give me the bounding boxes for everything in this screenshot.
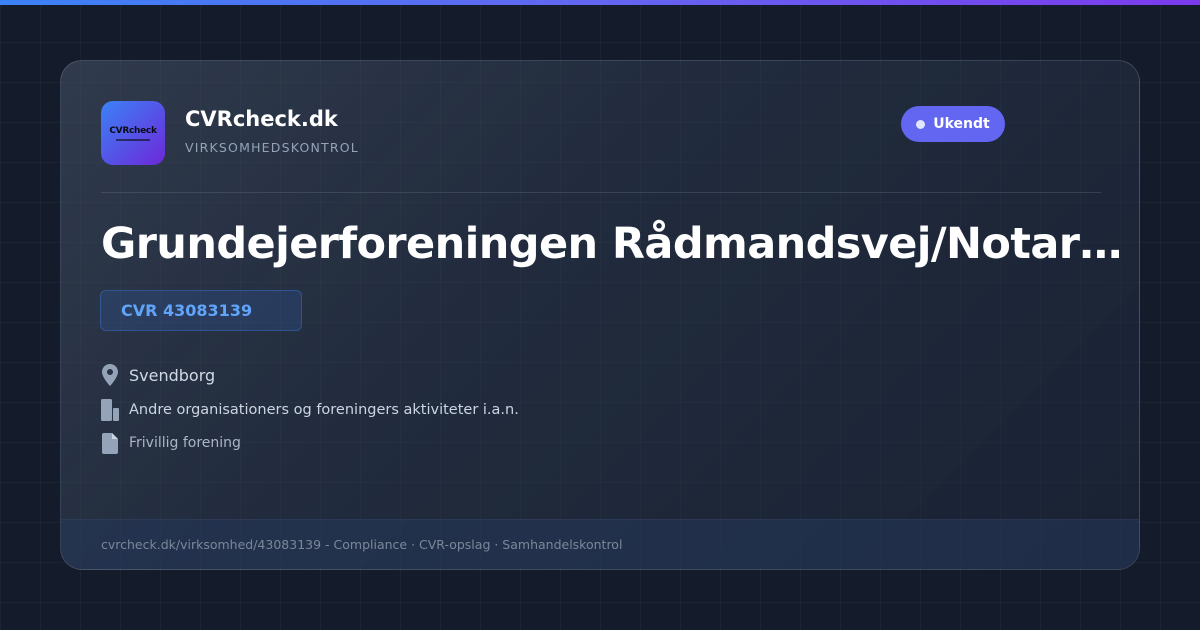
card-footer: cvrcheck.dk/virksomhed/43083139 - Compli… [61, 519, 1139, 569]
industry-text: Andre organisationers og foreningers akt… [129, 402, 519, 418]
cvr-badge: CVR 43083139 [100, 290, 302, 331]
cvr-number: CVR 43083139 [121, 301, 253, 320]
company-type-row: Frivillig forening [101, 431, 241, 455]
location-pin-icon [101, 363, 119, 387]
brand-name: CVRcheck.dk [185, 107, 338, 131]
industry-row: Andre organisationers og foreningers akt… [101, 398, 519, 422]
status-label: Ukendt [933, 116, 990, 132]
city-text: Svendborg [129, 365, 216, 385]
header-divider [101, 192, 1101, 193]
top-accent-bar [0, 0, 1200, 5]
footer-text: cvrcheck.dk/virksomhed/43083139 - Compli… [101, 537, 623, 552]
logo-underline [116, 138, 150, 141]
building-icon [101, 398, 119, 422]
company-name: Grundejerforeningen Rådmandsvej/Notarvej [101, 219, 1136, 269]
city-row: Svendborg [101, 363, 215, 387]
company-type-text: Frivillig forening [129, 435, 241, 451]
brand-tagline: VIRKSOMHEDSKONTROL [185, 140, 359, 155]
document-icon [101, 431, 119, 455]
company-card: CVRcheck CVRcheck.dk VIRKSOMHEDSKONTROL … [60, 60, 1140, 570]
brand-logo: CVRcheck [101, 101, 165, 165]
status-badge: Ukendt [901, 106, 1005, 142]
status-dot-icon [916, 119, 926, 129]
logo-text: CVRcheck [109, 125, 157, 136]
